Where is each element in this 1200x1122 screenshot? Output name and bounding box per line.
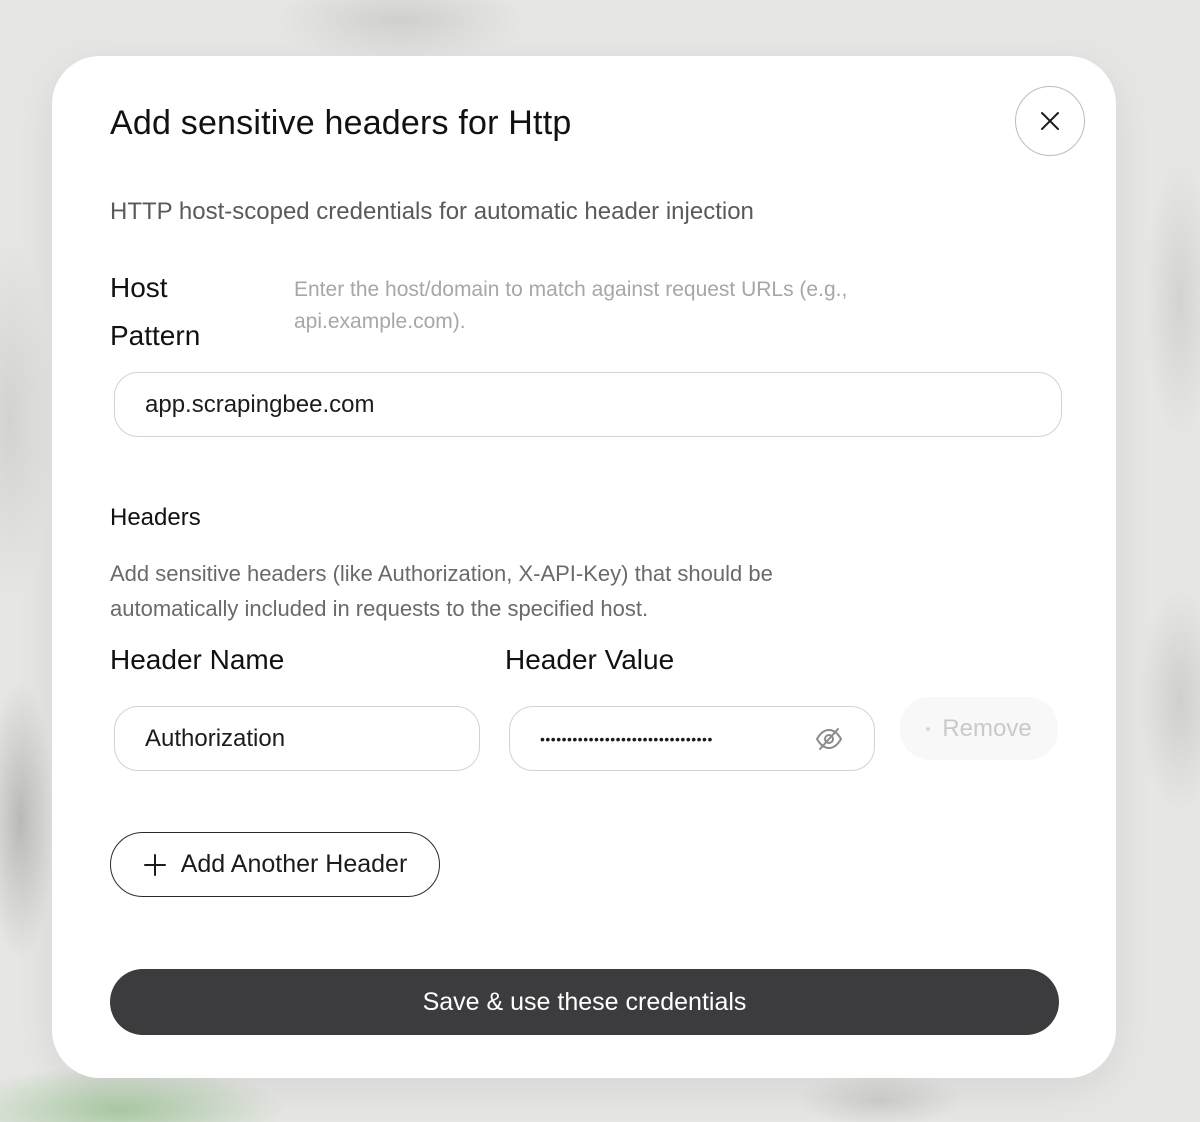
host-pattern-label: Host Pattern bbox=[110, 272, 201, 351]
save-credentials-button[interactable]: Save & use these credentials bbox=[110, 969, 1059, 1035]
host-pattern-hint: Enter the host/domain to match against r… bbox=[294, 278, 848, 333]
header-name-input[interactable] bbox=[114, 706, 480, 771]
header-name-label: Header Name bbox=[110, 644, 285, 675]
remove-dot-icon bbox=[926, 726, 931, 731]
add-another-header-label: Add Another Header bbox=[180, 850, 408, 878]
masked-value: •••••••••••••••••••••••••••••••• bbox=[540, 730, 713, 747]
add-another-header-button[interactable]: Add Another Header bbox=[110, 832, 440, 897]
eye-off-icon bbox=[815, 727, 843, 750]
credentials-modal: Add sensitive headers for Http HTTP host… bbox=[52, 56, 1116, 1078]
plus-icon bbox=[143, 853, 167, 877]
headers-section-description: Add sensitive headers (like Authorizatio… bbox=[110, 561, 773, 621]
remove-label: Remove bbox=[942, 714, 1032, 742]
modal-subtitle: HTTP host-scoped credentials for automat… bbox=[110, 198, 754, 225]
headers-section-title: Headers bbox=[110, 504, 201, 531]
save-credentials-label: Save & use these credentials bbox=[422, 987, 747, 1016]
header-value-label: Header Value bbox=[505, 644, 675, 675]
modal-title: Add sensitive headers for Http bbox=[110, 104, 572, 142]
close-icon bbox=[1041, 112, 1059, 130]
host-pattern-input[interactable] bbox=[114, 372, 1062, 437]
header-value-input[interactable]: •••••••••••••••••••••••••••••••• bbox=[509, 706, 875, 771]
remove-header-button[interactable]: Remove bbox=[900, 697, 1058, 760]
close-button[interactable] bbox=[1015, 86, 1085, 156]
toggle-visibility-button[interactable] bbox=[814, 724, 844, 754]
